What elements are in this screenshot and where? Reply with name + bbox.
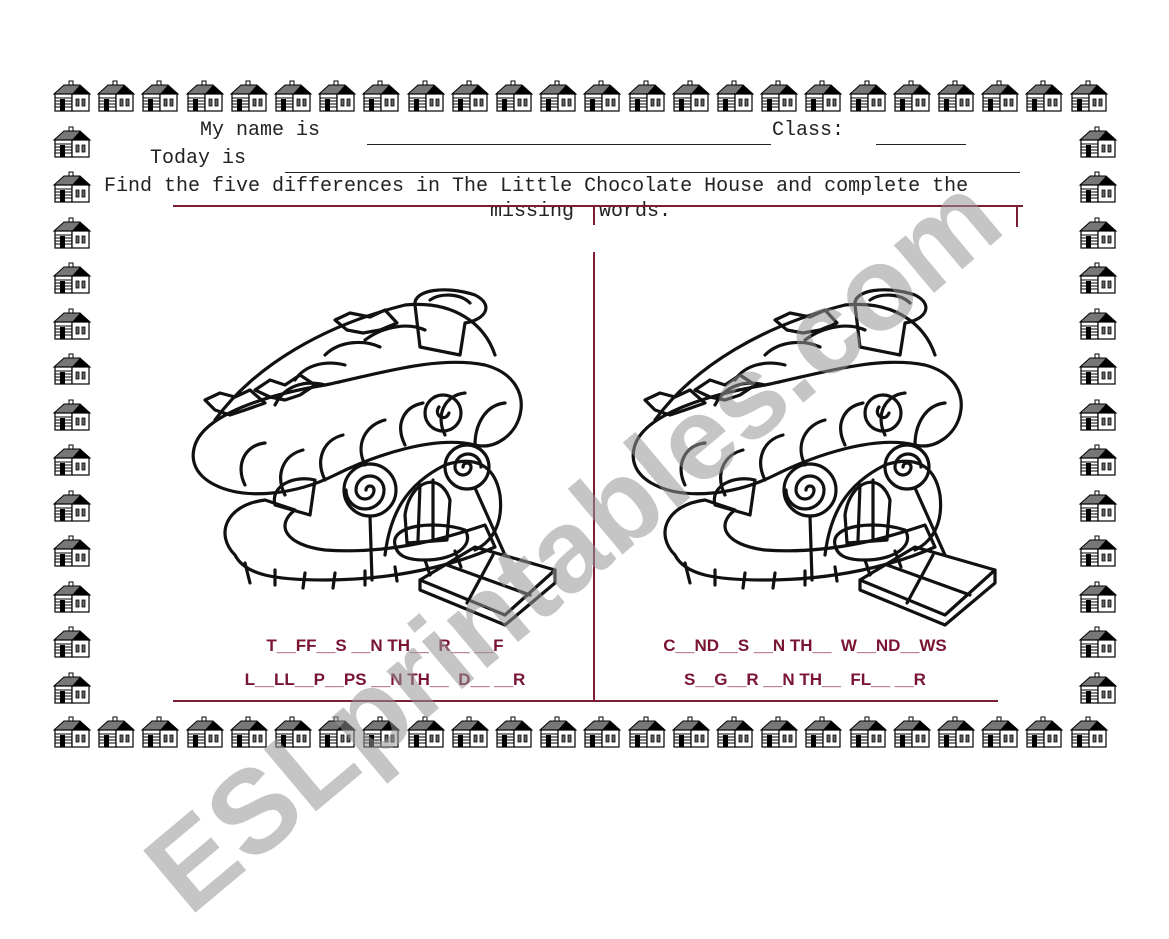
house-icon bbox=[1078, 399, 1118, 431]
house-icon bbox=[52, 80, 92, 112]
house-icon bbox=[803, 80, 843, 112]
house-icon bbox=[715, 80, 755, 112]
house-icon bbox=[848, 716, 888, 748]
house-icon bbox=[892, 716, 932, 748]
house-icon bbox=[52, 535, 92, 567]
class-input-line[interactable] bbox=[876, 124, 966, 145]
frame-bottom-line bbox=[173, 700, 998, 702]
house-icon bbox=[52, 217, 92, 249]
date-label: Today is bbox=[150, 147, 247, 170]
house-icon bbox=[671, 716, 711, 748]
house-icon bbox=[980, 80, 1020, 112]
house-icon bbox=[1078, 217, 1118, 249]
house-icon bbox=[52, 353, 92, 385]
house-icon bbox=[936, 716, 976, 748]
house-icon bbox=[361, 716, 401, 748]
house-icon bbox=[1078, 171, 1118, 203]
house-icon bbox=[1024, 716, 1064, 748]
house-icon bbox=[52, 626, 92, 658]
house-icon bbox=[1078, 490, 1118, 522]
house-icon bbox=[759, 80, 799, 112]
house-icon bbox=[317, 80, 357, 112]
house-icon bbox=[406, 716, 446, 748]
house-icon bbox=[1078, 626, 1118, 658]
house-icon bbox=[538, 80, 578, 112]
instruction-line-2-right: words. bbox=[599, 200, 672, 223]
house-icon bbox=[1078, 444, 1118, 476]
house-icon bbox=[273, 80, 313, 112]
house-icon bbox=[317, 716, 357, 748]
house-icon bbox=[185, 80, 225, 112]
frame-divider-top bbox=[593, 205, 595, 225]
left-puzzle-2: L__LL__P__PS __N TH__ D__ __R bbox=[244, 670, 526, 689]
instruction-line-1: Find the five differences in The Little … bbox=[104, 175, 969, 198]
house-icon bbox=[52, 672, 92, 704]
left-house-illustration bbox=[170, 285, 580, 630]
house-icon bbox=[1069, 716, 1109, 748]
house-icon bbox=[52, 716, 92, 748]
house-icon bbox=[361, 80, 401, 112]
house-icon bbox=[1078, 353, 1118, 385]
class-label: Class: bbox=[772, 119, 845, 142]
house-icon bbox=[96, 716, 136, 748]
house-icon bbox=[229, 716, 269, 748]
instruction-line-2-left: missing bbox=[490, 200, 575, 223]
house-icon bbox=[627, 80, 667, 112]
house-icon bbox=[273, 716, 313, 748]
house-icon bbox=[185, 716, 225, 748]
house-icon bbox=[715, 716, 755, 748]
house-icon bbox=[52, 126, 92, 158]
house-icon bbox=[671, 80, 711, 112]
house-icon bbox=[538, 716, 578, 748]
right-puzzle-2: S__G__R __N TH__ FL__ __R bbox=[684, 670, 926, 689]
house-icon bbox=[1078, 126, 1118, 158]
house-icon bbox=[1078, 672, 1118, 704]
date-input-line[interactable] bbox=[285, 152, 1020, 173]
name-input-line[interactable] bbox=[367, 124, 771, 145]
frame-right-tick bbox=[1016, 205, 1018, 227]
left-puzzle-1: T__FF__S __N TH__ R__ __F bbox=[266, 636, 504, 655]
frame-divider bbox=[593, 252, 595, 702]
house-icon bbox=[140, 80, 180, 112]
house-icon bbox=[1078, 308, 1118, 340]
house-icon bbox=[52, 399, 92, 431]
house-icon bbox=[52, 262, 92, 294]
house-icon bbox=[140, 716, 180, 748]
house-icon bbox=[52, 171, 92, 203]
house-icon bbox=[494, 716, 534, 748]
house-icon bbox=[1078, 535, 1118, 567]
house-icon bbox=[450, 80, 490, 112]
house-icon bbox=[759, 716, 799, 748]
house-icon bbox=[848, 80, 888, 112]
house-icon bbox=[52, 444, 92, 476]
house-icon bbox=[936, 80, 976, 112]
house-icon bbox=[406, 80, 446, 112]
house-icon bbox=[1078, 581, 1118, 613]
house-icon bbox=[627, 716, 667, 748]
house-icon bbox=[980, 716, 1020, 748]
house-icon bbox=[52, 490, 92, 522]
house-icon bbox=[1069, 80, 1109, 112]
house-icon bbox=[52, 308, 92, 340]
house-icon bbox=[803, 716, 843, 748]
name-label: My name is bbox=[200, 119, 321, 142]
right-house-illustration bbox=[610, 285, 1020, 630]
right-puzzle-1: C__ND__S __N TH__ W__ND__WS bbox=[663, 636, 947, 655]
house-icon bbox=[450, 716, 490, 748]
house-icon bbox=[96, 80, 136, 112]
house-icon bbox=[582, 716, 622, 748]
house-icon bbox=[52, 581, 92, 613]
house-icon bbox=[892, 80, 932, 112]
frame-top-line bbox=[173, 205, 1023, 207]
house-icon bbox=[229, 80, 269, 112]
house-icon bbox=[1078, 262, 1118, 294]
house-icon bbox=[494, 80, 534, 112]
house-icon bbox=[582, 80, 622, 112]
house-icon bbox=[1024, 80, 1064, 112]
